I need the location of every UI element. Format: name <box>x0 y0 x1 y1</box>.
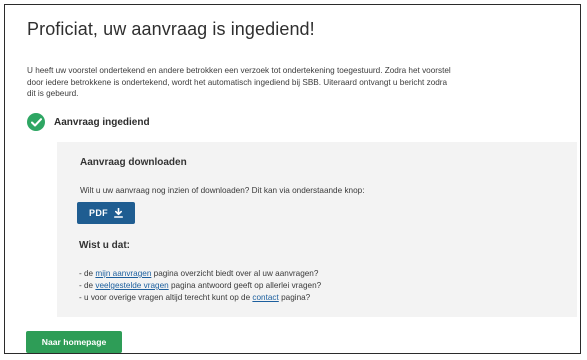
homepage-button[interactable]: Naar homepage <box>26 331 122 353</box>
homepage-button-label: Naar homepage <box>41 337 107 347</box>
download-text: Wilt u uw aanvraag nog inzien of downloa… <box>80 186 365 195</box>
veelgestelde-vragen-link[interactable]: veelgestelde vragen <box>95 281 168 290</box>
status-row: Aanvraag ingediend <box>27 113 150 131</box>
check-circle-icon <box>27 113 45 131</box>
list-item: - de mijn aanvragen pagina overzicht bie… <box>79 269 319 278</box>
pdf-download-button[interactable]: PDF <box>77 202 135 224</box>
tips-list: - de mijn aanvragen pagina overzicht bie… <box>79 268 321 304</box>
download-icon <box>113 208 123 218</box>
intro-text: U heeft uw voorstel ondertekend en ander… <box>27 66 451 98</box>
wist-title: Wist u dat: <box>79 240 131 251</box>
list-item: - de veelgestelde vragen pagina antwoord… <box>79 281 322 290</box>
list-item: - u voor overige vragen altijd terecht k… <box>79 293 311 302</box>
pdf-button-label: PDF <box>89 208 108 218</box>
mijn-aanvragen-link[interactable]: mijn aanvragen <box>95 269 151 278</box>
status-label: Aanvraag ingediend <box>54 116 150 128</box>
page-title: Proficiat, uw aanvraag is ingediend! <box>27 19 315 39</box>
download-title: Aanvraag downloaden <box>80 157 187 168</box>
confirmation-panel: Proficiat, uw aanvraag is ingediend! U h… <box>4 4 581 354</box>
download-panel: Aanvraag downloaden Wilt u uw aanvraag n… <box>57 142 577 317</box>
contact-link[interactable]: contact <box>252 293 278 302</box>
